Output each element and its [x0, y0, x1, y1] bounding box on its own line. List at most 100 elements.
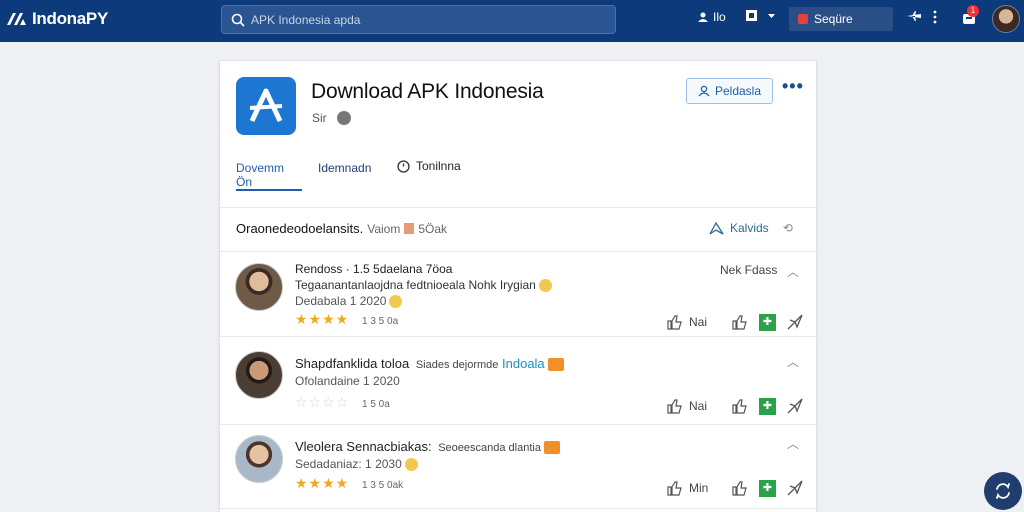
search-box[interactable] — [221, 5, 616, 34]
review-date: Ofolandaine 1 2020 — [295, 374, 400, 388]
secure-label: Seqüre — [814, 12, 853, 26]
review-status: Nek Fdass — [720, 263, 778, 277]
smile-emoji-icon — [389, 295, 403, 309]
tab-functions[interactable]: Tonilnna — [397, 159, 461, 189]
review-date-text: Sedadaniaz: 1 2030 — [295, 457, 402, 471]
smile-emoji-icon — [404, 458, 418, 472]
badge-emoji-icon — [543, 441, 560, 455]
logo-text: IndonaPY — [32, 9, 108, 28]
helpful-icon[interactable]: ✚ — [759, 479, 776, 497]
people-label: Ilo — [713, 10, 726, 24]
overview-header: Oraonedeodoelansits. Vaiom 5Öak — [236, 221, 447, 236]
thumbs-up-icon[interactable] — [731, 397, 749, 415]
reviewer-name[interactable]: Rendoss · 1.5 5daelana 7öoa — [295, 262, 452, 276]
app-subtitle-text: Sir — [312, 111, 327, 125]
review-text-content: Tegaanantanlaojdna fedtnioeala Nohk Iryg… — [295, 278, 536, 292]
smile-emoji-icon — [538, 279, 552, 293]
globe-icon — [336, 111, 351, 125]
kalvids-link[interactable]: Kalvids ⟲ — [709, 221, 793, 235]
kebab-menu-button[interactable] — [932, 10, 938, 24]
search-icon — [231, 13, 245, 27]
tab-label: Idemnadn — [318, 161, 372, 175]
secure-button[interactable]: Seqüre — [789, 7, 893, 31]
notification-badge: 1 — [967, 5, 979, 17]
tab-overview[interactable]: Dovemm Ön — [236, 161, 302, 191]
sync-icon — [996, 483, 1010, 499]
thumbs-up-icon[interactable] — [731, 479, 749, 497]
thumbs-up-icon[interactable] — [731, 313, 749, 331]
top-bar: IndonaPY Ilo Seqüre — [0, 0, 1024, 42]
rating-stars: ☆☆☆☆ — [295, 394, 350, 410]
thumbs-up-icon[interactable] — [666, 313, 684, 331]
tab-label: Dovemm Ön — [236, 161, 285, 189]
chevron-up-icon[interactable]: ︿ — [787, 263, 799, 280]
peldasla-label: Peldasla — [714, 84, 762, 98]
thumbs-up-icon[interactable] — [666, 479, 684, 497]
refresh-icon[interactable]: ⟲ — [783, 221, 793, 235]
review-extra: Seoeescanda dlantia — [438, 442, 541, 454]
app-detail-card: Download APK Indonesia Sir Peldasla ••• … — [219, 60, 818, 512]
rating-count: 1 3 5 0ak — [362, 480, 404, 491]
plane-icon — [907, 11, 921, 21]
logo-mark-icon — [7, 13, 26, 25]
reviewer-avatar[interactable] — [235, 351, 283, 399]
review-actions: Nai ✚ — [666, 397, 804, 415]
review-item: Vleolera Sennacbiakas: Seoeescanda dlant… — [220, 425, 818, 509]
rating-count: 1 5 0a — [362, 399, 390, 410]
review-actions: Min ✚ — [666, 479, 804, 497]
tab-divider — [220, 207, 818, 208]
chevron-down-icon — [768, 14, 775, 18]
chevron-up-icon[interactable]: ︿ — [787, 353, 799, 370]
like-label: Nai — [689, 399, 708, 413]
helpful-icon[interactable]: ✚ — [759, 397, 776, 415]
review-actions: Nai ✚ — [666, 313, 804, 331]
user-avatar[interactable] — [992, 5, 1020, 33]
reviewer-name-text: Vleolera Sennacbiakas: — [295, 439, 432, 454]
search-input[interactable] — [251, 12, 591, 27]
review-item: Rendoss · 1.5 5daelana 7öoa Tegaanantanl… — [220, 253, 818, 337]
app-title: Download APK Indonesia — [311, 80, 544, 103]
app-subtitle: Sir — [312, 111, 351, 125]
peldasla-button[interactable]: Peldasla — [686, 78, 773, 104]
grid-icon — [746, 10, 757, 21]
chevron-up-icon[interactable]: ︿ — [787, 435, 799, 452]
helpful-icon[interactable]: ✚ — [759, 313, 776, 331]
rating-stars: ★★★★ — [295, 311, 350, 327]
people-menu[interactable]: Ilo — [697, 10, 726, 24]
vertical-dots-icon — [933, 10, 937, 24]
tab-info[interactable]: Idemnadn — [318, 161, 371, 191]
like-label: Nai — [689, 315, 708, 329]
person-icon — [698, 85, 710, 97]
rating-count: 1 3 5 0a — [362, 316, 399, 327]
reviewer-name[interactable]: Vleolera Sennacbiakas: Seoeescanda dlant… — [295, 439, 560, 455]
share-icon[interactable] — [786, 397, 804, 415]
overview-meta: Vaiom — [367, 221, 401, 236]
more-options-icon[interactable]: ••• — [782, 76, 804, 97]
badge-emoji-icon — [547, 358, 564, 372]
chat-fab-button[interactable] — [984, 472, 1022, 510]
like-label: Min — [689, 481, 709, 495]
plane-button[interactable] — [907, 10, 921, 22]
overview-divider — [220, 251, 818, 252]
overview-count: 5Öak — [418, 221, 448, 236]
app-logo[interactable]: IndonaPY — [6, 9, 108, 29]
people-icon — [698, 12, 708, 22]
reviewer-avatar[interactable] — [235, 263, 283, 311]
reviewer-name-text: Shapdfanklida toloa — [295, 356, 410, 371]
share-icon[interactable] — [786, 313, 804, 331]
kalvids-label: Kalvids — [730, 221, 769, 235]
reviewer-avatar[interactable] — [235, 435, 283, 483]
image-icon — [404, 223, 415, 234]
review-date: Dedabala 1 2020 — [295, 294, 403, 309]
overview-title: Oraonedeodoelansits. — [236, 221, 364, 236]
shield-icon — [798, 14, 808, 24]
review-date-text: Dedabala 1 2020 — [295, 294, 387, 308]
thumbs-up-icon[interactable] — [666, 397, 684, 415]
review-item: Shapdfanklida toloa Siades dejormde Indo… — [220, 341, 818, 425]
share-icon[interactable] — [786, 479, 804, 497]
region-link[interactable]: Indoala — [502, 356, 545, 371]
apps-menu[interactable] — [746, 10, 776, 21]
review-text: Tegaanantanlaojdna fedtnioeala Nohk Iryg… — [295, 278, 552, 293]
review-extra: Siades dejormde — [415, 359, 499, 371]
reviewer-name[interactable]: Shapdfanklida toloa Siades dejormde Indo… — [295, 356, 564, 372]
